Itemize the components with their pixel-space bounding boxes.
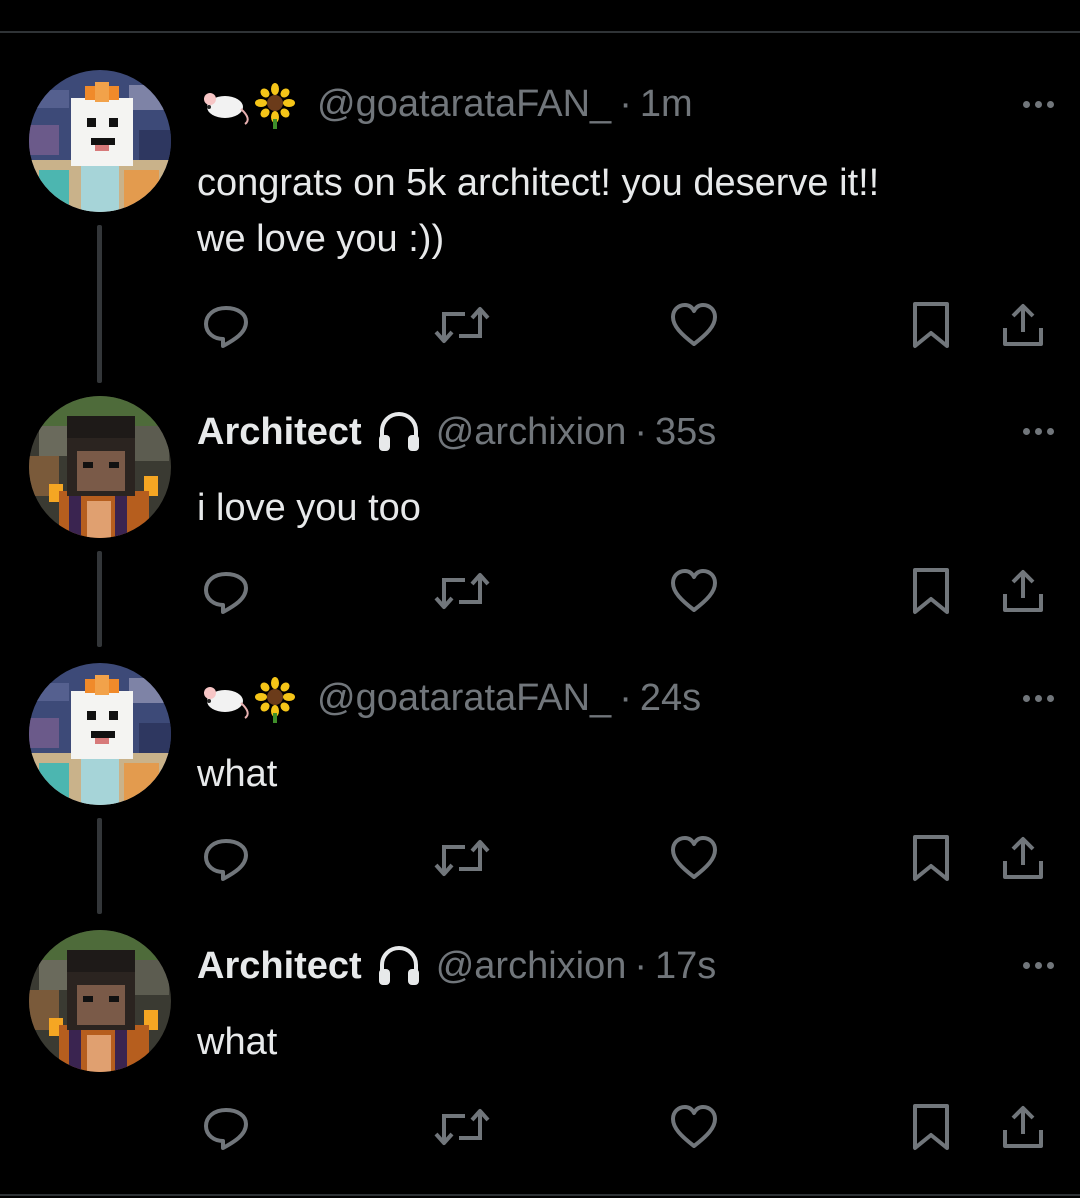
separator-dot: ·	[619, 82, 632, 125]
reply-icon[interactable]	[201, 1102, 251, 1152]
avatar[interactable]	[29, 70, 171, 212]
like-icon[interactable]	[669, 1102, 719, 1152]
display-name[interactable]: Architect	[197, 945, 362, 988]
more-options-icon[interactable]	[1023, 695, 1054, 702]
tweet-header: @goatarataFAN_ · 24s	[197, 668, 701, 728]
retweet-icon[interactable]	[432, 833, 490, 883]
tweet-actions	[0, 1102, 1080, 1152]
tweet-text: i love you too	[197, 487, 421, 529]
tweet-time[interactable]: 17s	[655, 945, 716, 988]
headphones-icon	[376, 943, 422, 989]
tweet-actions	[0, 833, 1080, 883]
tweet-handle[interactable]: @goatarataFAN_	[317, 677, 611, 720]
tweet-time[interactable]: 24s	[640, 677, 701, 720]
retweet-icon[interactable]	[432, 566, 490, 616]
rat-and-sunflower-emoji	[197, 79, 303, 129]
share-icon[interactable]	[998, 300, 1048, 350]
top-divider	[0, 31, 1080, 33]
bookmark-icon[interactable]	[906, 833, 956, 883]
separator-dot: ·	[634, 944, 648, 987]
reply-icon[interactable]	[201, 300, 251, 350]
tweet-text: congrats on 5k architect! you deserve it…	[197, 162, 880, 260]
more-options-icon[interactable]	[1023, 962, 1054, 969]
retweet-icon[interactable]	[432, 1102, 490, 1152]
tweet-handle[interactable]: @archixion	[436, 945, 627, 988]
share-icon[interactable]	[998, 1102, 1048, 1152]
like-icon[interactable]	[669, 566, 719, 616]
tweet-header: @goatarataFAN_ · 1m	[197, 74, 693, 134]
tweet-header: Architect @archixion · 35s	[197, 402, 716, 462]
rat-and-sunflower-emoji	[197, 673, 303, 723]
tweet-header: Architect @archixion · 17s	[197, 936, 716, 996]
retweet-icon[interactable]	[432, 300, 490, 350]
share-icon[interactable]	[998, 833, 1048, 883]
headphones-icon	[376, 409, 422, 455]
display-name[interactable]: Architect	[197, 411, 362, 454]
share-icon[interactable]	[998, 566, 1048, 616]
separator-dot: ·	[634, 410, 648, 453]
avatar[interactable]	[29, 930, 171, 1072]
like-icon[interactable]	[669, 300, 719, 350]
tweet-text: what	[197, 1021, 278, 1063]
reply-icon[interactable]	[201, 833, 251, 883]
separator-dot: ·	[619, 676, 632, 719]
like-icon[interactable]	[669, 833, 719, 883]
tweet-text: what	[197, 753, 278, 795]
bookmark-icon[interactable]	[906, 300, 956, 350]
bottom-divider	[0, 1194, 1080, 1196]
tweet-time[interactable]: 1m	[640, 83, 693, 126]
tweet-time[interactable]: 35s	[655, 411, 716, 454]
bookmark-icon[interactable]	[906, 1102, 956, 1152]
avatar[interactable]	[29, 663, 171, 805]
tweet-handle[interactable]: @goatarataFAN_	[317, 83, 611, 126]
bookmark-icon[interactable]	[906, 566, 956, 616]
more-options-icon[interactable]	[1023, 428, 1054, 435]
more-options-icon[interactable]	[1023, 101, 1054, 108]
avatar[interactable]	[29, 396, 171, 538]
tweet-actions	[0, 300, 1080, 350]
tweet-handle[interactable]: @archixion	[436, 411, 627, 454]
tweet-actions	[0, 566, 1080, 616]
reply-icon[interactable]	[201, 566, 251, 616]
